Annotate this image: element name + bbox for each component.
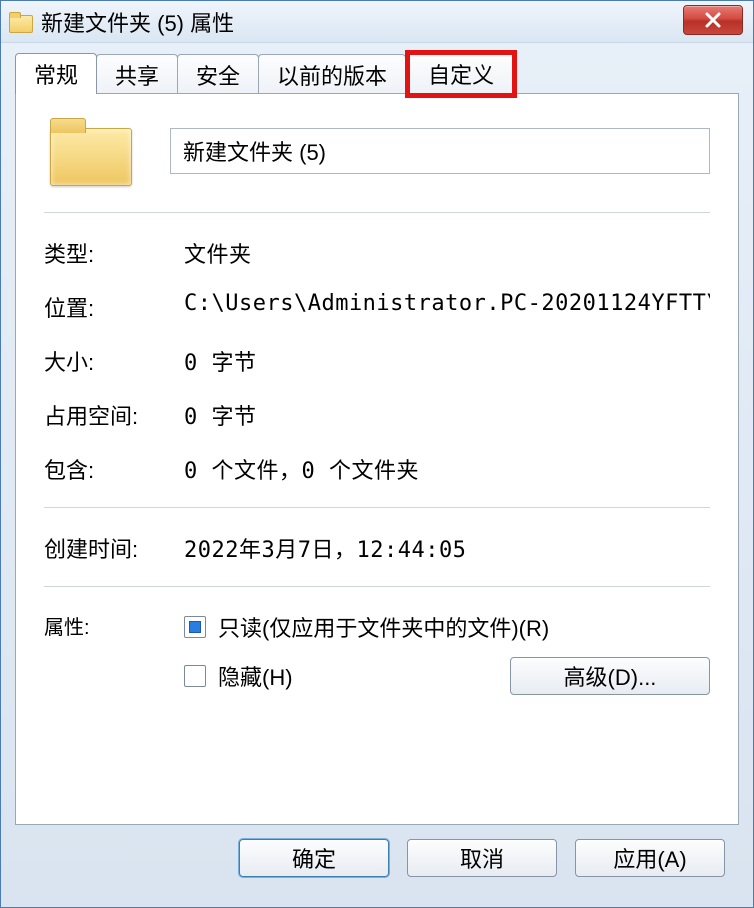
dialog-body: 常规 共享 安全 以前的版本 自定义 类型: 文件夹 位置: C:\Users\…: [1, 43, 753, 907]
divider: [44, 212, 710, 213]
properties-dialog: 新建文件夹 (5) 属性 常规 共享 安全 以前的版本 自定义 类型: 文件夹: [0, 0, 754, 908]
location-label: 位置:: [44, 291, 184, 323]
close-icon: [704, 11, 722, 29]
dialog-button-bar: 确定 取消 应用(A): [15, 825, 739, 893]
created-value: 2022年3月7日，12:44:05: [184, 532, 710, 564]
tabstrip: 常规 共享 安全 以前的版本 自定义: [15, 53, 739, 93]
tab-previous-versions[interactable]: 以前的版本: [258, 54, 406, 94]
folder-icon: [50, 118, 130, 184]
folder-icon: [9, 12, 31, 32]
ok-button[interactable]: 确定: [239, 839, 389, 877]
readonly-label: 只读(仅应用于文件夹中的文件)(R): [218, 611, 549, 643]
type-label: 类型:: [44, 237, 184, 269]
general-panel: 类型: 文件夹 位置: C:\Users\Administrator.PC-20…: [15, 93, 739, 825]
tab-security[interactable]: 安全: [177, 54, 259, 94]
tab-customize[interactable]: 自定义: [405, 50, 517, 98]
contains-label: 包含:: [44, 453, 184, 485]
size-value: 0 字节: [184, 345, 710, 377]
cancel-button[interactable]: 取消: [407, 839, 557, 877]
location-value: C:\Users\Administrator.PC-20201124YFTT\D…: [184, 291, 710, 323]
size-on-disk-value: 0 字节: [184, 399, 710, 431]
created-label: 创建时间:: [44, 532, 184, 564]
window-title: 新建文件夹 (5) 属性: [41, 6, 234, 38]
advanced-button[interactable]: 高级(D)...: [510, 657, 710, 695]
divider: [44, 586, 710, 587]
folder-name-input[interactable]: [170, 128, 710, 174]
titlebar: 新建文件夹 (5) 属性: [1, 1, 753, 43]
divider: [44, 507, 710, 508]
hidden-label: 隐藏(H): [218, 660, 293, 692]
size-label: 大小:: [44, 345, 184, 377]
size-on-disk-label: 占用空间:: [44, 399, 184, 431]
tab-sharing[interactable]: 共享: [96, 54, 178, 94]
contains-value: 0 个文件，0 个文件夹: [184, 453, 710, 485]
type-value: 文件夹: [184, 237, 710, 269]
hidden-checkbox[interactable]: [184, 665, 206, 687]
readonly-checkbox[interactable]: [184, 616, 206, 638]
apply-button[interactable]: 应用(A): [575, 839, 725, 877]
tab-general[interactable]: 常规: [15, 53, 97, 94]
close-button[interactable]: [683, 5, 743, 35]
attributes-label: 属性:: [44, 611, 184, 709]
